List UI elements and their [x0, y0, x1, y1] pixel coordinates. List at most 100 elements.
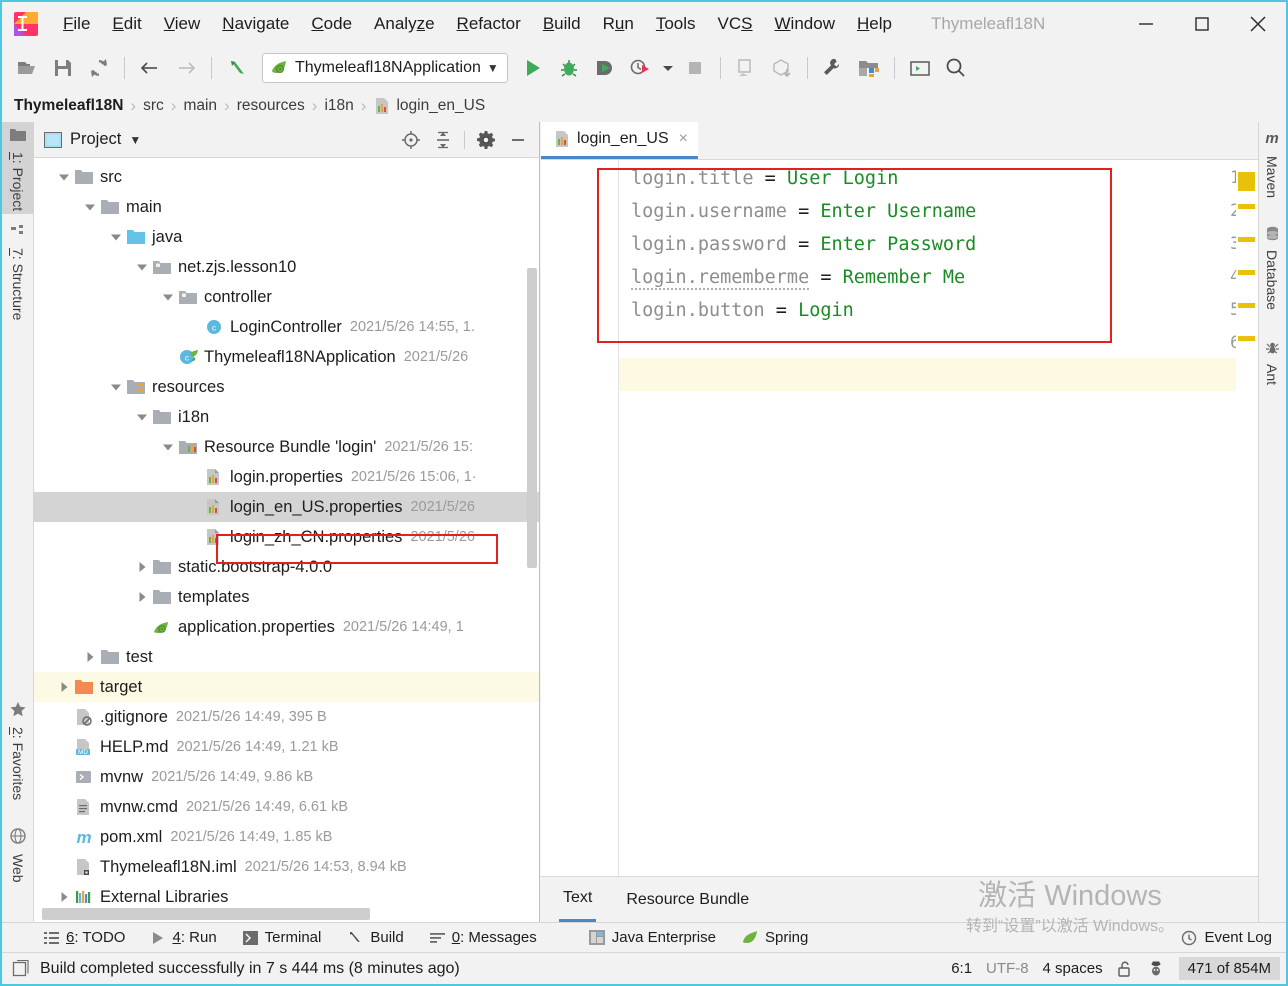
collapse-all-icon[interactable] [428, 126, 458, 154]
code-line[interactable]: login.title = User Login [631, 168, 898, 189]
menu-refactor[interactable]: Refactor [446, 10, 532, 38]
menu-navigate[interactable]: Navigate [211, 10, 300, 38]
tree-row-target[interactable]: target [34, 672, 539, 702]
sidebar-item-project[interactable]: 1: Project [2, 122, 34, 214]
tree-row-i18n[interactable]: i18n [34, 402, 539, 432]
tool-window-messages[interactable]: 0: Messages [429, 929, 537, 946]
chevron-right-icon[interactable] [56, 679, 72, 695]
tree-row-src[interactable]: src [34, 162, 539, 192]
profile-icon[interactable] [624, 51, 658, 85]
menu-vcs[interactable]: VCS [707, 10, 764, 38]
chevron-down-icon[interactable] [160, 289, 176, 305]
project-panel-dropdown-icon[interactable]: ▼ [129, 133, 141, 147]
tree-row-mvnw[interactable]: mvnw 2021/5/26 14:49, 9.86 kB [34, 762, 539, 792]
editor-inspection-markers[interactable] [1236, 160, 1258, 876]
save-all-icon[interactable] [46, 51, 80, 85]
tree-row-static-bootstrap-4-0-0[interactable]: static.bootstrap-4.0.0 [34, 552, 539, 582]
tree-row-logincontroller[interactable]: c LoginController 2021/5/26 14:55, 1. [34, 312, 539, 342]
breadcrumb-item-i18n[interactable]: i18n [324, 97, 353, 115]
warning-marker[interactable] [1238, 204, 1255, 209]
tree-row-java[interactable]: java [34, 222, 539, 252]
menu-analyze[interactable]: Analyze [363, 10, 446, 38]
open-project-icon[interactable] [10, 51, 44, 85]
chevron-down-icon[interactable] [134, 409, 150, 425]
code-line[interactable]: login.password = Enter Password [631, 234, 976, 255]
warning-marker[interactable] [1238, 237, 1255, 242]
editor-tab-login-en-us[interactable]: login_en_US × [541, 122, 698, 159]
warning-marker[interactable] [1238, 270, 1255, 275]
warning-marker[interactable] [1238, 172, 1255, 191]
profile-dropdown-icon[interactable] [660, 51, 676, 85]
settings-icon[interactable] [816, 51, 850, 85]
menu-tools[interactable]: Tools [645, 10, 707, 38]
code-line[interactable]: login.username = Enter Username [631, 201, 976, 222]
tool-window-spring[interactable]: Spring [742, 929, 808, 946]
tree-row-net-zjs-lesson10[interactable]: net.zjs.lesson10 [34, 252, 539, 282]
tool-window-run[interactable]: 4: Run [151, 929, 217, 946]
tree-row-login-zh-cn-properties[interactable]: login_zh_CN.properties 2021/5/26 [34, 522, 539, 552]
menu-view[interactable]: View [153, 10, 212, 38]
indent-setting[interactable]: 4 spaces [1043, 960, 1103, 977]
chevron-down-icon[interactable] [134, 259, 150, 275]
tree-row-main[interactable]: main [34, 192, 539, 222]
sidebar-item-favorites[interactable]: 2: Favorites [2, 696, 34, 814]
chevron-down-icon[interactable] [108, 229, 124, 245]
tool-window-todo[interactable]: 6: TODO [44, 929, 125, 946]
chevron-down-icon[interactable] [108, 379, 124, 395]
code-line[interactable]: login.button = Login [631, 300, 854, 321]
chevron-down-icon[interactable] [56, 169, 72, 185]
chevron-down-icon[interactable] [160, 439, 176, 455]
tree-row-login-en-us-properties[interactable]: login_en_US.properties 2021/5/26 [34, 492, 539, 522]
caret-position[interactable]: 6:1 [951, 960, 972, 977]
menu-window[interactable]: Window [764, 10, 846, 38]
maximize-button[interactable] [1174, 2, 1230, 46]
debug-icon[interactable] [552, 51, 586, 85]
sidebar-item-maven[interactable]: m Maven [1258, 126, 1286, 208]
tree-row-mvnw-cmd[interactable]: mvnw.cmd 2021/5/26 14:49, 6.61 kB [34, 792, 539, 822]
menu-edit[interactable]: Edit [101, 10, 152, 38]
chevron-right-icon[interactable] [134, 559, 150, 575]
warning-marker[interactable] [1238, 336, 1255, 341]
sidebar-item-structure[interactable]: 7: Structure [2, 218, 34, 330]
tree-row-controller[interactable]: controller [34, 282, 539, 312]
gear-icon[interactable] [471, 126, 501, 154]
minimize-button[interactable] [1118, 2, 1174, 46]
tree-row-application-properties[interactable]: application.properties 2021/5/26 14:49, 1 [34, 612, 539, 642]
run-configuration-selector[interactable]: Thymeleafl18NApplication ▼ [262, 53, 508, 83]
breadcrumb-item-resources[interactable]: resources [237, 97, 305, 115]
code-line[interactable]: login.rememberme = Remember Me [631, 267, 965, 290]
synchronize-icon[interactable] [82, 51, 116, 85]
project-tree-horizontal-scrollbar[interactable] [42, 908, 370, 920]
sidebar-item-database[interactable]: Database [1258, 222, 1286, 324]
tree-row-resource-bundle-login-[interactable]: Resource Bundle 'login' 2021/5/26 15: [34, 432, 539, 462]
unlocked-icon[interactable] [1117, 960, 1133, 978]
tree-row-resources[interactable]: resources [34, 372, 539, 402]
hide-icon[interactable] [503, 126, 533, 154]
project-tree-vertical-scrollbar[interactable] [527, 268, 537, 568]
close-button[interactable] [1230, 2, 1286, 46]
tab-text[interactable]: Text [559, 878, 597, 922]
breadcrumb-item-file[interactable]: login_en_US [373, 97, 485, 115]
chevron-down-icon[interactable]: ▼ [487, 61, 499, 75]
hector-icon[interactable] [1147, 960, 1165, 978]
file-encoding[interactable]: UTF-8 [986, 960, 1029, 977]
step-up-icon[interactable] [220, 51, 254, 85]
breadcrumb-item-src[interactable]: src [143, 97, 164, 115]
chevron-right-icon[interactable] [56, 889, 72, 905]
locate-icon[interactable] [396, 126, 426, 154]
tool-window-event-log[interactable]: Event Log [1181, 929, 1272, 946]
navigate-forward-icon[interactable] [169, 51, 203, 85]
editor-code-content[interactable]: login.title = User Login login.username =… [621, 160, 1258, 876]
tree-row-help-md[interactable]: MD HELP.md 2021/5/26 14:49, 1.21 kB [34, 732, 539, 762]
tool-window-build[interactable]: Build [347, 929, 404, 946]
run-with-coverage-icon[interactable] [588, 51, 622, 85]
menu-file[interactable]: File [52, 10, 101, 38]
tree-row-thymeleafl18napplication[interactable]: c Thymeleafl18NApplication 2021/5/26 [34, 342, 539, 372]
run-icon[interactable] [516, 51, 550, 85]
build-artifacts-icon[interactable] [765, 51, 799, 85]
tree-row-login-properties[interactable]: login.properties 2021/5/26 15:06, 1· [34, 462, 539, 492]
terminal-icon[interactable] [903, 51, 937, 85]
project-tree[interactable]: src main java net.zjs.lesson10 controller c Lo… [34, 158, 539, 922]
code-editor[interactable]: 123456 login.title = User Loginlogin.use… [541, 160, 1258, 876]
breadcrumb-item-project[interactable]: Thymeleafl18N [14, 97, 123, 115]
